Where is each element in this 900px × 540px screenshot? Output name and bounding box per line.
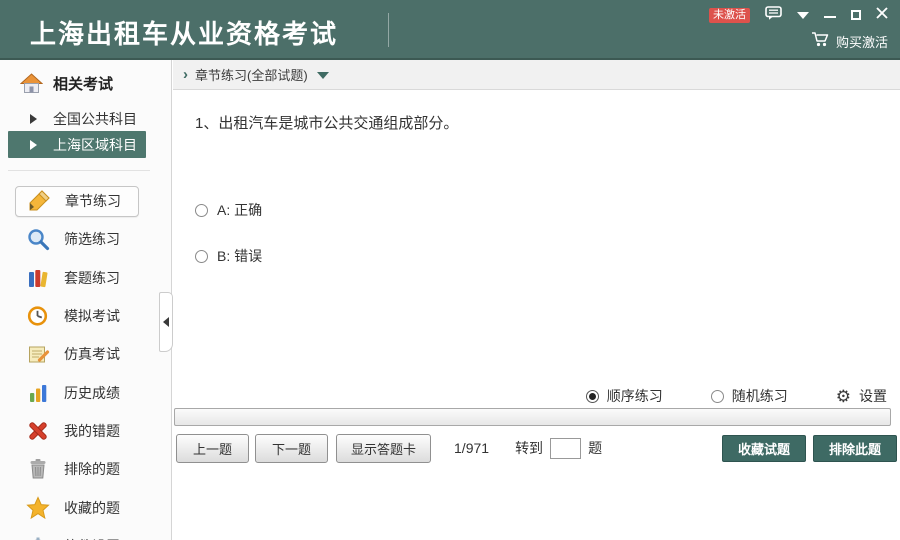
prev-question-button[interactable]: 上一题 <box>176 433 249 463</box>
option-b[interactable]: B: 错误 <box>195 246 262 266</box>
app-window: 上海出租车从业资格考试 未激活 购买激活 相关考试 全国公共科目 上海区域科目 … <box>0 0 900 540</box>
goto-question-input[interactable] <box>550 437 582 459</box>
option-b-label: B: 错误 <box>217 248 263 264</box>
sidebar-item-set-practice[interactable]: 套题练习 <box>0 259 171 297</box>
option-a-radio[interactable] <box>195 203 208 217</box>
sidebar-item-national-subject[interactable]: 全国公共科目 <box>0 105 171 132</box>
window-controls: 未激活 <box>709 5 888 25</box>
sidebar-item-related-exams[interactable]: 相关考试 <box>19 73 114 94</box>
goto-unit-label: 题 <box>588 440 603 456</box>
star-icon <box>26 495 50 520</box>
maximize-button[interactable] <box>851 10 861 20</box>
exclude-question-button[interactable]: 排除此题 <box>812 434 897 462</box>
option-b-radio[interactable] <box>195 249 208 263</box>
caret-right-icon <box>30 113 37 124</box>
activation-status-badge: 未激活 <box>709 7 750 23</box>
sidebar-item-mock-exam[interactable]: 模拟考试 <box>0 297 171 335</box>
minimize-button[interactable] <box>824 16 836 18</box>
related-exams-label: 相关考试 <box>53 76 114 93</box>
question-progress: 1/971 <box>454 440 490 456</box>
cart-icon <box>811 31 830 51</box>
main-panel: › 章节练习(全部试题) 1、出租汽车是城市公共交通组成部分。 A: 正确 B:… <box>173 60 900 540</box>
random-radio[interactable] <box>710 389 724 403</box>
option-a-label: A: 正确 <box>217 202 263 218</box>
sidebar: 相关考试 全国公共科目 上海区域科目 章节练习 筛选练习 套题练习 模拟考试 仿… <box>0 60 172 540</box>
pencil-icon <box>27 189 51 213</box>
progress-bar <box>174 408 891 426</box>
title-bar: 上海出租车从业资格考试 未激活 购买激活 <box>0 0 900 60</box>
sidebar-item-simulation-exam[interactable]: 仿真考试 <box>0 335 171 373</box>
sidebar-item-favorite-questions[interactable]: 收藏的题 <box>0 488 171 526</box>
title-divider <box>388 13 389 47</box>
chevron-right-icon: › <box>183 66 188 83</box>
home-icon <box>19 73 44 94</box>
gear-icon <box>26 534 50 540</box>
breadcrumb-label: 章节练习(全部试题) <box>195 68 308 83</box>
practice-mode-row: 顺序练习 随机练习 ⚙ 设置 <box>585 386 887 406</box>
caret-right-icon <box>30 139 37 150</box>
buy-activation-button[interactable]: 购买激活 <box>811 31 888 51</box>
magnifier-icon <box>26 227 50 251</box>
notepad-icon <box>26 342 50 366</box>
sidebar-item-chapter-practice[interactable]: 章节练习 <box>0 182 171 220</box>
show-answer-card-button[interactable]: 显示答题卡 <box>336 433 432 463</box>
clock-icon <box>26 304 50 328</box>
feedback-icon[interactable] <box>765 5 782 25</box>
selected-item-box: 章节练习 <box>15 185 139 217</box>
close-button[interactable] <box>876 6 888 24</box>
gear-icon: ⚙ <box>835 386 851 406</box>
goto-label: 转到 <box>515 440 544 456</box>
trash-icon <box>26 457 50 481</box>
buy-activation-label: 购买激活 <box>835 34 888 50</box>
caret-left-icon <box>163 317 169 327</box>
sidebar-menu: 章节练习 筛选练习 套题练习 模拟考试 仿真考试 历史成绩 我的错题 排除的题 … <box>0 182 171 540</box>
books-icon <box>26 266 50 290</box>
settings-button[interactable]: ⚙ 设置 <box>836 386 887 406</box>
next-question-button[interactable]: 下一题 <box>255 433 328 463</box>
sequential-radio[interactable] <box>585 389 599 403</box>
favorite-question-button[interactable]: 收藏试题 <box>721 434 806 462</box>
sidebar-collapse-handle[interactable] <box>159 292 173 352</box>
sidebar-item-history-scores[interactable]: 历史成绩 <box>0 373 171 411</box>
sidebar-item-excluded-questions[interactable]: 排除的题 <box>0 450 171 488</box>
sidebar-item-filter-practice[interactable]: 筛选练习 <box>0 220 171 258</box>
app-title: 上海出租车从业资格考试 <box>30 19 339 49</box>
sidebar-item-shanghai-subject[interactable]: 上海区域科目 <box>8 131 146 158</box>
question-text: 1、出租汽车是城市公共交通组成部分。 <box>195 115 459 132</box>
sidebar-item-settings-partial[interactable]: 软件设置 <box>0 527 171 540</box>
caret-down-icon <box>316 72 329 79</box>
sidebar-item-my-mistakes[interactable]: 我的错题 <box>0 412 171 450</box>
menu-chevron-down-icon[interactable] <box>797 11 809 19</box>
random-practice-option[interactable]: 随机练习 <box>710 386 788 406</box>
red-cross-icon <box>26 419 50 443</box>
option-a[interactable]: A: 正确 <box>195 200 262 220</box>
sidebar-divider <box>8 170 150 171</box>
question-nav-bar: 上一题 下一题 显示答题卡 1/971 转到 题 收藏试题 排除此题 <box>175 433 898 463</box>
bar-chart-icon <box>26 381 50 405</box>
breadcrumb[interactable]: › 章节练习(全部试题) <box>173 60 900 90</box>
sequential-practice-option[interactable]: 顺序练习 <box>585 386 663 406</box>
